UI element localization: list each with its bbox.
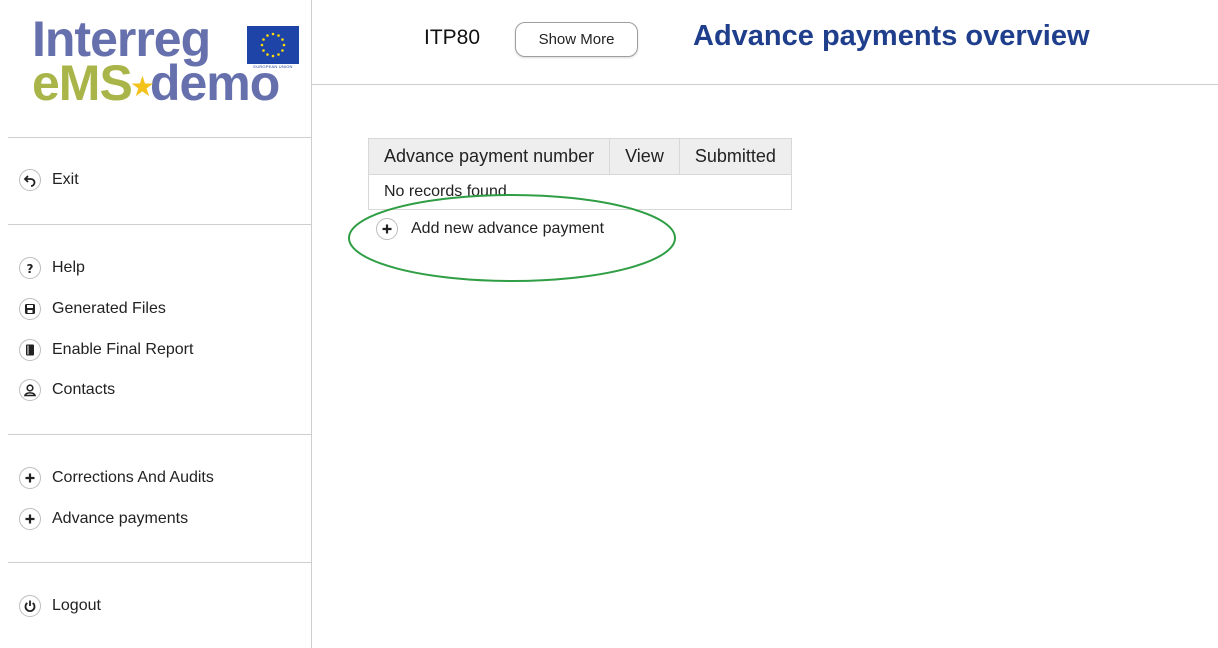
sidebar-item-logout[interactable]: Logout [19,594,101,618]
add-new-advance-payment-label: Add new advance payment [411,220,605,237]
column-header-view[interactable]: View [609,138,680,175]
table-row: No records found. [368,174,792,210]
project-code: ITP80 [424,26,481,49]
svg-text:?: ? [27,262,34,275]
eu-flag-icon [247,26,299,64]
sidebar-divider [8,137,311,138]
back-arrow-icon [19,169,41,191]
sidebar-divider [8,224,311,225]
add-new-advance-payment-link[interactable]: Add new advance payment [376,217,604,241]
sidebar-item-label: Enable Final Report [52,341,194,358]
sidebar-item-label: Advance payments [52,510,189,527]
sidebar-item-label: Exit [52,171,79,188]
plus-icon [19,467,41,489]
sidebar-item-generated-files[interactable]: Generated Files [19,297,166,321]
eu-caption: EUROPEAN UNION [253,64,293,69]
sidebar-item-label: Help [52,259,85,276]
plus-icon [19,508,41,530]
logo-emsdemo-text: eMS★demo [32,55,280,111]
advance-payments-table: Advance payment number View Submitted No… [367,138,792,210]
column-header-advance-payment-number[interactable]: Advance payment number [367,138,611,175]
empty-table-message: No records found. [368,174,792,210]
sidebar-item-label: Logout [52,597,101,614]
sidebar-item-contacts[interactable]: Contacts [19,378,115,402]
sidebar-item-enable-final-report[interactable]: Enable Final Report [19,338,193,362]
sidebar-item-help[interactable]: ? Help [19,256,85,280]
floppy-disk-icon [19,298,41,320]
page-title: Advance payments overview [693,20,1090,52]
sidebar-item-label: Corrections And Audits [52,469,214,486]
header-divider [312,84,1218,85]
sidebar-divider [8,562,311,563]
sidebar-divider [8,434,311,435]
question-mark-icon: ? [19,257,41,279]
sidebar: Interreg eMS★demo EUROPEAN UNION Exit ? … [0,0,312,648]
user-icon [19,379,41,401]
show-more-button[interactable]: Show More [515,22,638,57]
sidebar-item-label: Contacts [52,381,116,398]
sidebar-item-corrections-and-audits[interactable]: Corrections And Audits [19,466,214,490]
sidebar-item-exit[interactable]: Exit [19,168,79,192]
sidebar-item-label: Generated Files [52,300,166,317]
interreg-ems-logo: Interreg eMS★demo EUROPEAN UNION [10,8,312,108]
plus-icon [376,218,398,240]
table-header-row: Advance payment number View Submitted [367,138,792,175]
book-icon [19,339,41,361]
column-header-submitted[interactable]: Submitted [678,138,792,175]
power-icon [19,595,41,617]
sidebar-item-advance-payments[interactable]: Advance payments [19,507,188,531]
